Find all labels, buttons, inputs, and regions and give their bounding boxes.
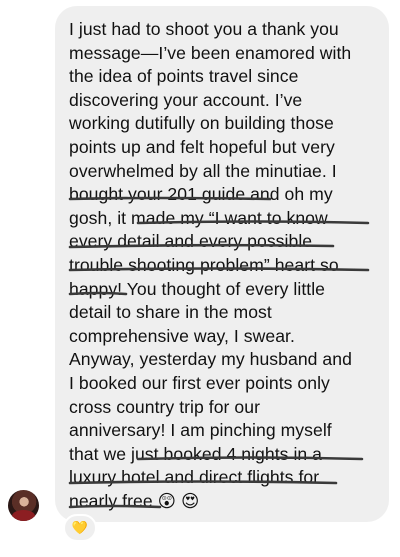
reaction-badge[interactable]: 💛	[63, 514, 97, 542]
heart-eyes-emoji: 😍	[181, 491, 200, 512]
sender-avatar[interactable]	[8, 490, 39, 521]
message-text: I just had to shoot you a thank you mess…	[69, 18, 381, 514]
message-line: detail to share in the most	[69, 302, 272, 323]
message-line: every detail and every possible	[69, 231, 313, 252]
message-line: points up and felt hopeful but very	[69, 136, 335, 157]
message-line: the idea of points travel since	[69, 66, 299, 87]
message-line: happy! You thought of every little	[69, 278, 326, 299]
message-line: discovering your account. I’ve	[69, 89, 303, 110]
message-line: bought your 201 guide and oh my	[69, 184, 333, 205]
message-line: Anyway, yesterday my husband and	[69, 349, 352, 370]
message-line: anniversary! I am pinching myself	[69, 420, 332, 441]
message-line: comprehensive way, I swear.	[69, 325, 295, 346]
yellow-heart-reaction-icon: 💛	[71, 520, 89, 536]
message-line: working dutifully on building those	[69, 113, 334, 134]
message-line: nearly free	[69, 490, 153, 511]
message-line: I booked our first ever points only	[69, 372, 330, 393]
message-line: I just had to shoot you a thank you	[69, 19, 339, 39]
message-line: cross country trip for our	[69, 396, 260, 417]
message-line: gosh, it made my “I want to know	[69, 207, 328, 228]
astonished-face-emoji: 😲	[157, 491, 177, 512]
message-line: luxury hotel and direct flights for	[69, 467, 320, 488]
message-line: message—I’ve been enamored with	[69, 42, 352, 63]
message-line: that we just booked 4 nights in a	[69, 443, 323, 464]
message-line: trouble shooting problem” heart so	[69, 254, 339, 275]
message-line-last: nearly free 😲 😍	[69, 490, 381, 515]
message-line: overwhelmed by all the minutiae. I	[69, 160, 337, 181]
